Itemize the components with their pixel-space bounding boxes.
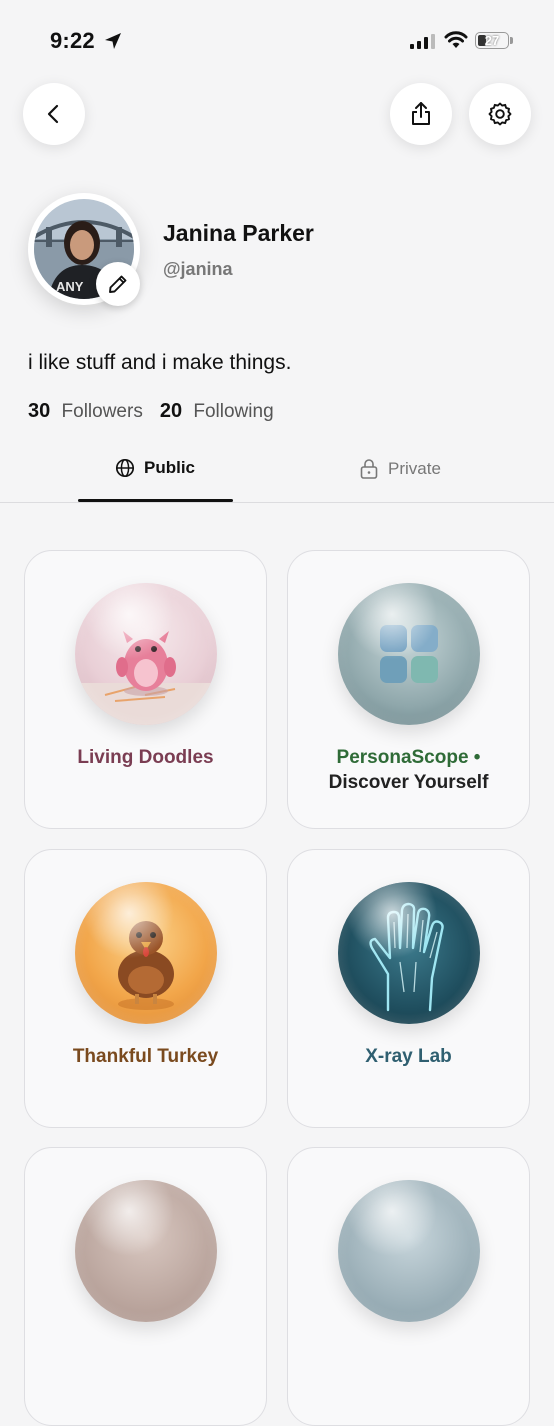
followers-stat[interactable]: 30 Followers <box>28 400 143 423</box>
following-count: 20 <box>159 400 183 422</box>
profile-handle: @janina <box>163 259 233 279</box>
card-title: Living Doodles <box>77 747 214 768</box>
battery-level: 27 <box>484 33 500 48</box>
pencil-icon <box>109 275 127 293</box>
profile-name: Janina Parker <box>163 220 314 246</box>
app-card-partial[interactable] <box>24 1147 267 1426</box>
app-card-thankful-turkey[interactable]: Thankful Turkey <box>24 849 267 1128</box>
app-card-personascope[interactable]: PersonaScope • Discover Yourself <box>287 550 530 829</box>
edit-avatar-button[interactable] <box>96 262 140 306</box>
app-card-partial[interactable] <box>287 1147 530 1426</box>
followers-label: Followers <box>61 401 143 422</box>
thankful-turkey-orb <box>75 882 217 1024</box>
svg-text:ANY: ANY <box>56 279 84 294</box>
cellular-signal-icon <box>410 33 435 49</box>
partial-orb <box>338 1180 480 1322</box>
back-button[interactable] <box>23 83 85 145</box>
profile-bio: i like stuff and i make things. <box>28 351 292 374</box>
followers-count: 30 <box>28 400 51 422</box>
tab-public-label: Public <box>144 458 196 477</box>
share-button[interactable] <box>390 83 452 145</box>
app-card-xray-lab[interactable]: X-ray Lab <box>287 849 530 1128</box>
lock-icon <box>360 459 378 479</box>
profile-stats: 30 Followers 20 Following <box>28 400 274 423</box>
location-arrow-icon <box>105 33 121 49</box>
app-card-living-doodles[interactable]: Living Doodles <box>24 550 267 829</box>
following-stat[interactable]: 20 Following <box>160 400 274 423</box>
card-title-line-1: PersonaScope • <box>336 747 481 768</box>
chevron-left-icon <box>47 104 59 124</box>
card-title: Thankful Turkey <box>72 1046 219 1067</box>
partial-orb <box>75 1180 217 1322</box>
share-icon <box>412 102 430 125</box>
tabs-divider <box>0 502 554 503</box>
card-title: PersonaScope • Discover Yourself <box>288 745 529 795</box>
tab-private[interactable]: Private <box>359 458 441 480</box>
wifi-icon <box>444 31 468 48</box>
tab-private-label: Private <box>388 459 441 478</box>
battery-icon: 27 <box>475 32 509 49</box>
following-label: Following <box>193 401 274 422</box>
living-doodles-orb <box>75 583 217 725</box>
globe-icon <box>115 458 135 478</box>
personascope-orb <box>338 583 480 725</box>
gear-icon <box>488 102 512 126</box>
card-title: X-ray Lab <box>365 1046 452 1067</box>
card-title-line-2: Discover Yourself <box>328 772 489 793</box>
battery-cap <box>510 37 513 44</box>
xray-lab-orb <box>338 882 480 1024</box>
status-time: 9:22 <box>50 28 95 53</box>
tab-public[interactable]: Public <box>115 458 195 478</box>
settings-button[interactable] <box>469 83 531 145</box>
